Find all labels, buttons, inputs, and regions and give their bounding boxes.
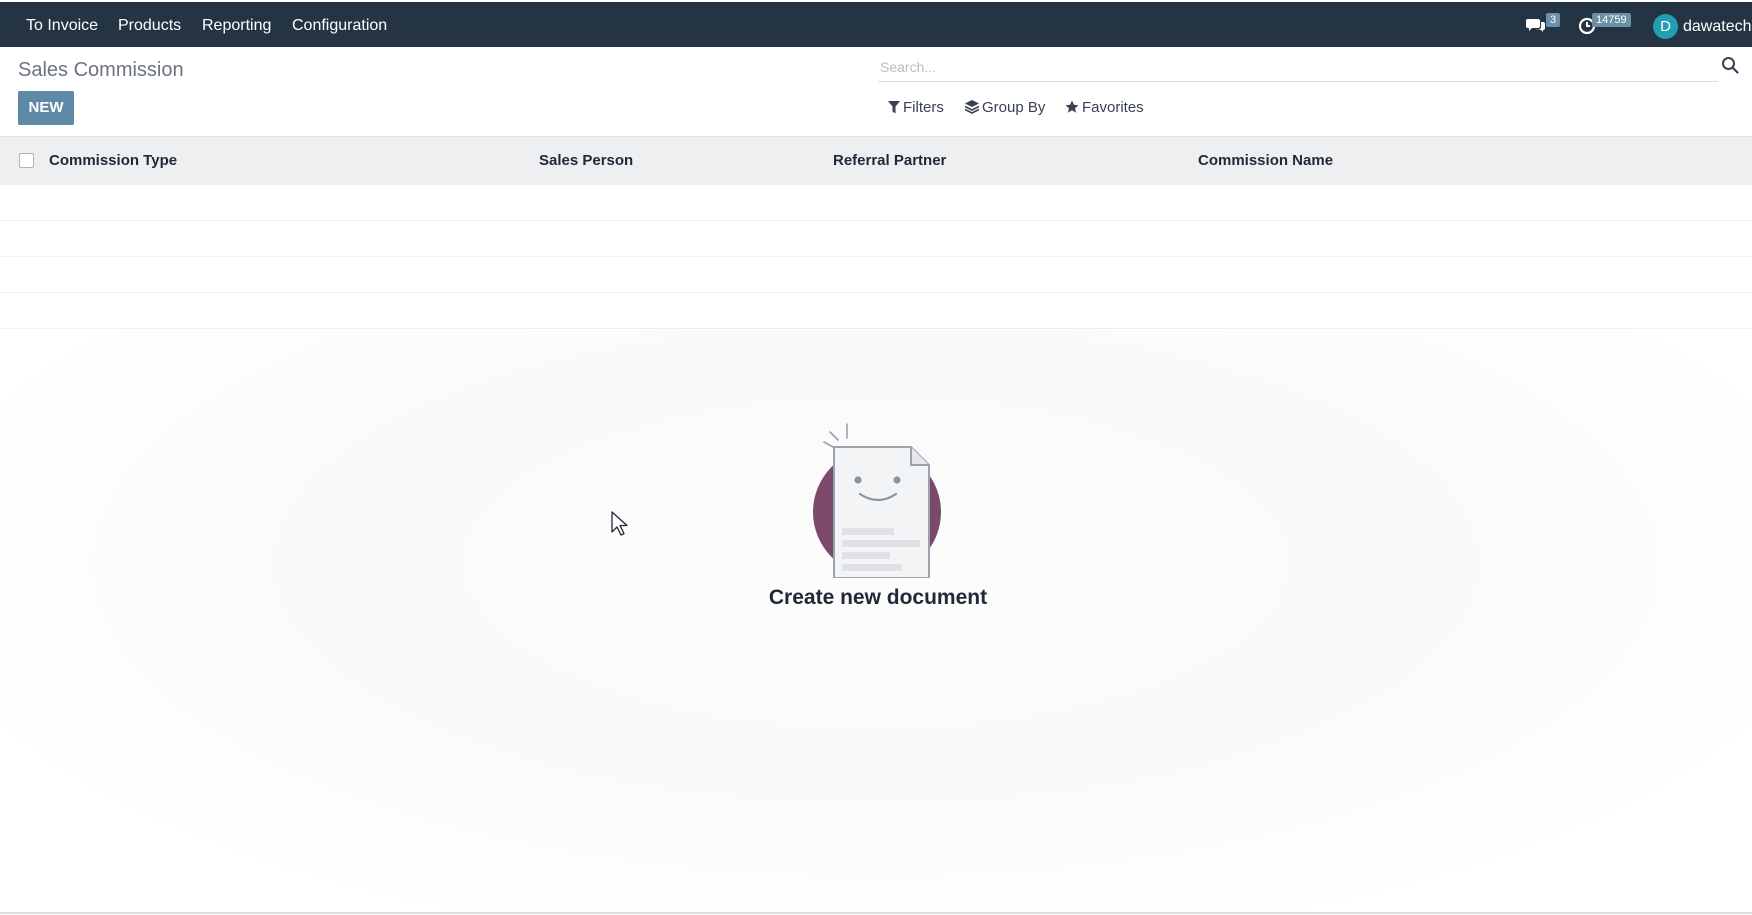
menu-item-products[interactable]: Products (118, 16, 181, 35)
username[interactable]: dawatech (1683, 17, 1752, 36)
table-row (0, 185, 1752, 221)
messages-button[interactable]: 3 (1526, 13, 1566, 36)
empty-state-background (0, 330, 1752, 914)
table-row (0, 221, 1752, 257)
filters-label: Filters (903, 99, 944, 116)
menu-item-configuration[interactable]: Configuration (292, 16, 387, 35)
empty-state-title: Create new document (768, 586, 988, 609)
menu-item-reporting[interactable]: Reporting (202, 16, 271, 35)
new-button[interactable]: NEW (18, 91, 74, 125)
filter-icon (888, 101, 900, 114)
activities-count-badge: 14759 (1592, 13, 1631, 27)
filters-button[interactable]: Filters (888, 99, 944, 117)
menu-item-to-invoice[interactable]: To Invoice (26, 16, 98, 35)
favorites-label: Favorites (1082, 99, 1144, 116)
search-input[interactable] (878, 53, 1718, 82)
star-icon (1065, 100, 1079, 113)
bottom-divider (0, 912, 1752, 914)
column-sales-person[interactable]: Sales Person (539, 152, 633, 170)
top-navbar: To Invoice Products Reporting Configurat… (0, 0, 1752, 47)
messages-count-badge: 3 (1546, 13, 1561, 27)
search-icon[interactable] (1721, 56, 1739, 74)
column-commission-name[interactable]: Commission Name (1198, 152, 1333, 170)
list-header: Commission Type Sales Person Referral Pa… (0, 136, 1752, 185)
table-row (0, 293, 1752, 329)
activities-button[interactable]: 14759 (1578, 13, 1638, 36)
favorites-button[interactable]: Favorites (1065, 99, 1144, 117)
column-referral-partner[interactable]: Referral Partner (833, 152, 946, 170)
chat-bubbles-icon (1526, 19, 1545, 32)
layers-icon (964, 100, 980, 114)
select-all-checkbox[interactable] (19, 153, 34, 168)
group-by-button[interactable]: Group By (964, 99, 1046, 117)
avatar[interactable]: D (1653, 14, 1678, 39)
table-row (0, 257, 1752, 293)
mouse-cursor-icon (611, 511, 628, 536)
smiling-document-illustration (813, 423, 941, 578)
page-title: Sales Commission (18, 59, 184, 81)
column-commission-type[interactable]: Commission Type (49, 152, 177, 170)
group-by-label: Group By (982, 99, 1046, 116)
